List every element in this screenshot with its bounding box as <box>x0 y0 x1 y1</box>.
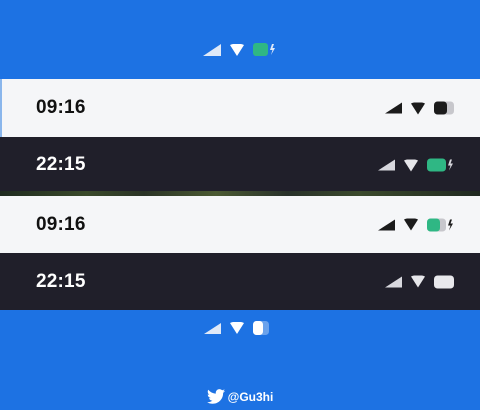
battery-charging-icon <box>427 158 454 172</box>
status-bar-dark: 22:15 <box>0 253 480 310</box>
wifi-icon <box>404 218 418 231</box>
status-bar-light: 09:16 <box>0 79 480 137</box>
status-icons <box>378 158 454 172</box>
status-bar-light: 09:16 <box>0 196 480 253</box>
signal-icon <box>378 159 395 171</box>
status-time: 22:15 <box>36 270 86 292</box>
wifi-icon <box>230 43 244 56</box>
bar-edge-line <box>0 79 2 137</box>
wifi-icon <box>411 102 425 114</box>
signal-icon <box>203 43 221 56</box>
status-icons <box>385 101 454 115</box>
battery-low-icon <box>434 101 454 115</box>
status-time: 09:16 <box>36 97 86 118</box>
status-icons <box>385 275 454 288</box>
signal-icon <box>385 276 402 287</box>
signal-icon <box>378 219 395 230</box>
signal-icon <box>385 102 402 114</box>
status-time: 22:15 <box>36 154 86 175</box>
credit-handle: @Gu3hi <box>227 389 274 404</box>
status-time: 09:16 <box>36 213 86 235</box>
battery-full-icon <box>434 275 454 288</box>
wifi-icon <box>404 159 418 171</box>
battery-charging-icon <box>427 218 454 231</box>
author-credit: @Gu3hi <box>0 389 480 404</box>
status-icons <box>378 218 454 231</box>
battery-icon <box>253 321 269 335</box>
wifi-icon <box>411 275 425 288</box>
footer-status-icons <box>204 321 269 335</box>
signal-icon <box>204 322 221 334</box>
battery-charging-icon <box>253 43 275 56</box>
wifi-icon <box>230 322 244 334</box>
twitter-bird-icon <box>206 389 228 404</box>
header-status-icons <box>203 43 275 56</box>
status-bar-dark: 22:15 <box>0 137 480 193</box>
